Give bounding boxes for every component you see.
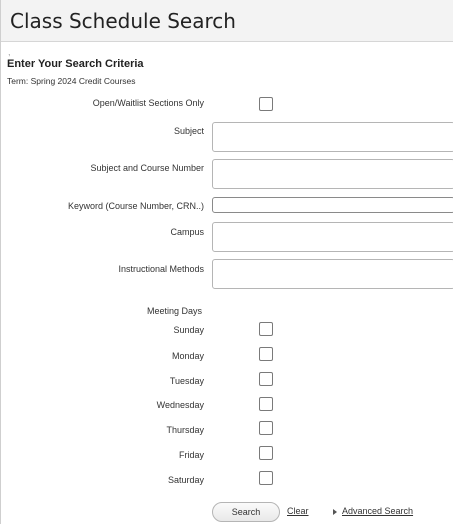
search-button[interactable]: Search [212,502,280,522]
day-checkbox-wednesday[interactable] [259,397,273,411]
keyword-label: Keyword (Course Number, CRN..) [67,201,204,211]
subject-course-label: Subject and Course Number [90,163,204,173]
day-checkbox-saturday[interactable] [259,471,273,485]
open-waitlist-checkbox[interactable] [259,97,273,111]
open-waitlist-label: Open/Waitlist Sections Only [92,98,204,108]
day-checkbox-monday[interactable] [259,347,273,361]
title-bar: Class Schedule Search [1,0,453,42]
day-checkbox-thursday[interactable] [259,421,273,435]
criteria-heading: Enter Your Search Criteria [7,58,144,70]
subject-label: Subject [173,126,204,136]
caret-right-icon [333,509,337,515]
page-title: Class Schedule Search [10,9,236,33]
day-label-thursday: Thursday [166,425,204,435]
campus-label: Campus [170,227,204,237]
search-panel: Class Schedule Search , Enter Your Searc… [0,0,453,524]
campus-input[interactable] [212,222,453,252]
term-label: Term: Spring 2024 Credit Courses [7,76,136,86]
resize-marker: , [8,47,11,57]
subject-input[interactable] [212,122,453,152]
subject-course-input[interactable] [212,159,453,189]
day-label-tuesday: Tuesday [169,376,204,386]
day-label-sunday: Sunday [173,325,204,335]
day-checkbox-tuesday[interactable] [259,372,273,386]
instructional-methods-input[interactable] [212,259,453,289]
day-label-friday: Friday [178,450,204,460]
day-checkbox-sunday[interactable] [259,322,273,336]
clear-link[interactable]: Clear [287,506,309,516]
day-label-monday: Monday [171,351,204,361]
day-label-saturday: Saturday [167,475,204,485]
meeting-days-label: Meeting Days [147,306,203,316]
instructional-methods-label: Instructional Methods [118,264,204,274]
advanced-search-link[interactable]: Advanced Search [342,506,413,516]
day-checkbox-friday[interactable] [259,446,273,460]
keyword-input[interactable] [212,197,453,213]
day-label-wednesday: Wednesday [156,400,204,410]
